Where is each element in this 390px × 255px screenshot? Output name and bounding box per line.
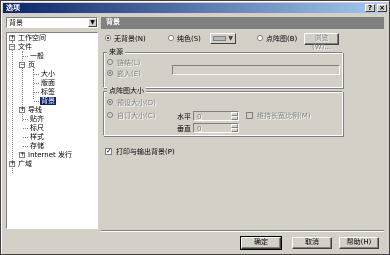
horizontal-label: 水平	[177, 113, 191, 121]
tree-item-guidelines[interactable]: 导线	[28, 106, 42, 114]
tree-expander-internet[interactable]: +	[19, 152, 25, 158]
link-radio[interactable]	[107, 59, 113, 65]
chevron-down-icon[interactable]: ▼	[88, 18, 97, 27]
horizontal-spinner[interactable]: 0	[193, 111, 239, 121]
default-size-label[interactable]: 预设大小(D)	[117, 99, 156, 107]
no-background-radio[interactable]	[105, 35, 111, 41]
tree-item-layout[interactable]: 版面	[41, 79, 55, 87]
tree-expander-global[interactable]: +	[9, 161, 15, 167]
no-background-label[interactable]: 无背景(N)	[114, 35, 146, 43]
help-dialog-button[interactable]: 帮助(H)	[339, 237, 379, 249]
category-combo-value: 背景	[9, 19, 23, 27]
default-size-radio[interactable]	[107, 99, 113, 105]
tree-item-global[interactable]: 广域	[18, 160, 32, 168]
tree-expander-guidelines[interactable]: +	[19, 107, 25, 113]
tree-item-ruler[interactable]: 标尺	[30, 124, 44, 132]
tree-item-general[interactable]: 一般	[30, 52, 44, 60]
color-swatch	[213, 36, 226, 41]
source-group-title: 来源	[107, 48, 125, 56]
help-button[interactable]: ?	[365, 4, 375, 12]
category-combo[interactable]: 背景 ▼	[6, 17, 98, 28]
embed-label[interactable]: 嵌入(E)	[117, 70, 141, 78]
horizontal-value: 0	[197, 113, 202, 121]
tree-item-label[interactable]: 标签	[41, 88, 55, 96]
tree-expander-page[interactable]: −	[19, 62, 25, 68]
options-dialog: 选项 ? × 背景 ▼ + 工作空间 − 文件 一般 − 页 大小 版面 标签 …	[0, 0, 390, 255]
options-tree: + 工作空间 − 文件 一般 − 页 大小 版面 标签 背景 + 导线 贴齐 标…	[6, 32, 98, 229]
tree-expander-workspace[interactable]: +	[9, 35, 15, 41]
tree-expander-document[interactable]: −	[9, 44, 15, 50]
window-title: 选项	[6, 4, 20, 12]
tree-item-internet-publish[interactable]: Internet 发行	[28, 151, 72, 159]
tree-item-workspace[interactable]: 工作空间	[18, 34, 46, 42]
vertical-value: 0	[197, 125, 202, 133]
close-button[interactable]: ×	[377, 4, 387, 12]
chevron-down-icon: ▼	[228, 35, 233, 42]
tree-item-snap[interactable]: 贴齐	[30, 115, 44, 123]
print-export-checkbox[interactable]: ✓	[105, 148, 112, 155]
keep-aspect-checkbox[interactable]	[246, 112, 253, 119]
tree-item-styles[interactable]: 样式	[30, 133, 44, 141]
link-label[interactable]: 链结(L)	[117, 59, 140, 67]
browse-button[interactable]: 浏览(W)...	[304, 33, 339, 51]
custom-size-label[interactable]: 自订大小(C)	[117, 112, 155, 120]
title-bar: 选项	[3, 3, 387, 13]
solid-color-label[interactable]: 纯色(S)	[177, 35, 201, 43]
bitmap-radio[interactable]	[257, 35, 263, 41]
bitmap-path-field[interactable]	[172, 65, 340, 75]
ok-button[interactable]: 确定	[240, 236, 282, 250]
footer-separator	[101, 230, 384, 232]
custom-size-radio[interactable]	[107, 112, 113, 118]
tree-item-background[interactable]: 背景	[40, 97, 56, 105]
color-picker-button[interactable]: ▼	[210, 33, 236, 44]
vertical-label: 垂直	[177, 125, 191, 133]
tree-item-size[interactable]: 大小	[41, 70, 55, 78]
tree-item-save[interactable]: 存储	[30, 142, 44, 150]
keep-aspect-label[interactable]: 维持长宽比例(M)	[257, 112, 311, 120]
panel-header: 背景	[101, 17, 384, 29]
tree-item-page[interactable]: 页	[28, 61, 35, 69]
embed-radio[interactable]	[107, 70, 113, 76]
size-group-title: 点阵图大小	[107, 87, 146, 95]
bitmap-label[interactable]: 点阵图(B)	[266, 35, 297, 43]
vertical-spinner[interactable]: 0	[193, 123, 239, 133]
cancel-button[interactable]: 取消	[292, 237, 332, 249]
tree-item-document[interactable]: 文件	[18, 43, 32, 51]
solid-color-radio[interactable]	[168, 35, 174, 41]
print-export-label[interactable]: 打印与输出背景(P)	[116, 148, 175, 156]
